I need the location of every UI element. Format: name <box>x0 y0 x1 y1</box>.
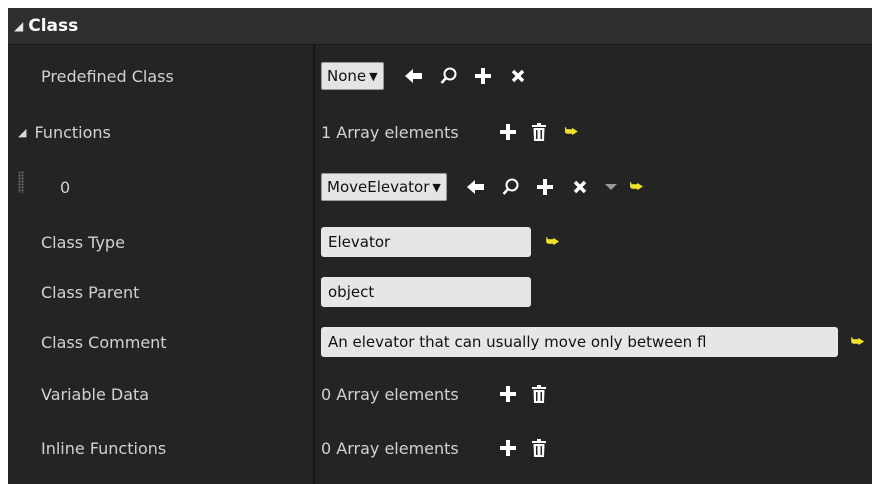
inline-functions-label: Inline Functions <box>41 438 167 458</box>
plus-icon[interactable] <box>474 68 491 84</box>
class-comment-value: An elevator that can usually move only b… <box>321 317 864 367</box>
section-title: Class <box>28 16 79 36</box>
functions-label[interactable]: ◢ Functions <box>18 107 111 157</box>
drag-grip-icon[interactable] <box>18 171 24 193</box>
row-variable-data: Variable Data 0 Array elements <box>8 367 872 421</box>
class-parent-label: Class Parent <box>41 282 140 302</box>
function-element-combo[interactable]: MoveElevator ▼ <box>321 173 447 201</box>
search-icon[interactable] <box>502 178 520 196</box>
variable-data-label: Variable Data <box>41 384 150 404</box>
row-functions: ◢ Functions 1 Array elements ⮩ <box>8 107 872 157</box>
inline-functions-count-text: 0 Array elements <box>321 438 459 458</box>
row-class-type: Class Type Elevator ⮩ <box>8 217 872 267</box>
predefined-class-combo-text: None <box>327 67 367 85</box>
chevron-down-icon: ▼ <box>432 180 441 194</box>
trash-icon[interactable] <box>531 123 546 141</box>
arrow-left-icon[interactable] <box>404 68 423 84</box>
reset-arrow-icon[interactable]: ⮩ <box>851 334 864 350</box>
details-panel: ◢ Class Predefined Class None ▼ ◢ Functi… <box>8 8 872 484</box>
plus-icon[interactable] <box>499 124 516 140</box>
class-type-input[interactable]: Elevator <box>321 227 531 257</box>
predefined-class-combo[interactable]: None ▼ <box>321 62 384 90</box>
class-parent-value: object <box>321 267 531 317</box>
search-icon[interactable] <box>440 67 458 85</box>
plus-icon[interactable] <box>536 179 553 195</box>
row-predefined-class: Predefined Class None ▼ <box>8 45 872 107</box>
functions-value: 1 Array elements ⮩ <box>321 107 578 157</box>
class-type-value: Elevator ⮩ <box>321 217 559 267</box>
row-class-comment: Class Comment An elevator that can usual… <box>8 317 872 367</box>
function-element-combo-text: MoveElevator <box>327 178 430 196</box>
section-header-class[interactable]: ◢ Class <box>8 8 872 45</box>
expand-triangle-icon[interactable]: ◢ <box>18 126 26 139</box>
plus-icon[interactable] <box>499 386 516 402</box>
reset-arrow-icon[interactable]: ⮩ <box>546 234 559 250</box>
trash-icon[interactable] <box>531 385 546 403</box>
functions-label-text: Functions <box>34 122 111 142</box>
variable-data-value: 0 Array elements <box>321 367 546 421</box>
close-x-icon[interactable] <box>511 69 525 83</box>
class-comment-input[interactable]: An elevator that can usually move only b… <box>321 327 838 357</box>
chevron-down-icon[interactable] <box>604 183 617 191</box>
reset-arrow-icon[interactable]: ⮩ <box>630 179 643 195</box>
reset-arrow-icon[interactable]: ⮩ <box>565 124 578 140</box>
row-inline-functions: Inline Functions 0 Array elements <box>8 421 872 475</box>
element-index: 0 <box>60 177 71 197</box>
predefined-class-value: None ▼ <box>321 45 525 107</box>
arrow-left-icon[interactable] <box>466 179 485 195</box>
predefined-class-label: Predefined Class <box>41 66 174 86</box>
class-parent-input[interactable]: object <box>321 277 531 307</box>
variable-data-count-text: 0 Array elements <box>321 384 459 404</box>
functions-count-text: 1 Array elements <box>321 122 459 142</box>
close-x-icon[interactable] <box>573 180 587 194</box>
inline-functions-value: 0 Array elements <box>321 421 546 475</box>
row-class-parent: Class Parent object <box>8 267 872 317</box>
collapse-triangle-icon[interactable]: ◢ <box>14 19 23 33</box>
row-functions-element-0: 0 MoveElevator ▼ ⮩ <box>8 157 872 217</box>
plus-icon[interactable] <box>499 440 516 456</box>
trash-icon[interactable] <box>531 439 546 457</box>
class-type-label: Class Type <box>41 232 125 252</box>
element-0-value: MoveElevator ▼ ⮩ <box>321 157 643 217</box>
chevron-down-icon: ▼ <box>369 69 378 83</box>
class-comment-label: Class Comment <box>41 332 167 352</box>
